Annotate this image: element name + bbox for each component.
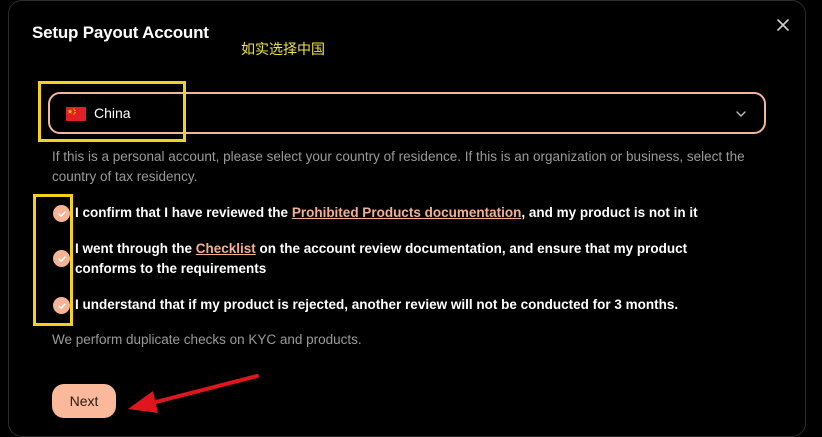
close-button[interactable] — [773, 15, 793, 35]
confirmation-text: I confirm that I have reviewed the Prohi… — [75, 203, 735, 223]
confirmation-text: I went through the Checklist on the acco… — [75, 239, 715, 279]
check-icon — [57, 210, 66, 217]
next-button[interactable]: Next — [52, 384, 116, 418]
confirm-rejection-checkbox[interactable] — [53, 297, 70, 314]
selected-country: China — [94, 105, 131, 121]
check-icon — [57, 302, 66, 309]
confirm-prohibited-checkbox[interactable] — [53, 205, 70, 222]
checklist-link[interactable]: Checklist — [196, 241, 256, 256]
dialog-title: Setup Payout Account — [32, 23, 209, 42]
confirmation-text-part: I confirm that I have reviewed the — [75, 205, 292, 220]
confirmation-text-part: I understand that if my product is rejec… — [75, 297, 679, 312]
confirmation-text-part: I went through the — [75, 241, 196, 256]
confirm-checklist-checkbox[interactable] — [53, 250, 70, 267]
prohibited-products-link[interactable]: Prohibited Products documentation — [292, 205, 522, 220]
confirmation-text: I understand that if my product is rejec… — [75, 295, 735, 315]
close-icon — [777, 19, 789, 31]
country-help-text: If this is a personal account, please se… — [52, 149, 745, 184]
chevron-down-icon — [736, 111, 746, 117]
payout-setup-dialog: Setup Payout Account 如实选择中国 China If thi… — [8, 0, 806, 437]
china-flag-icon — [66, 107, 86, 121]
check-icon — [57, 255, 66, 262]
duplicate-check-note: We perform duplicate checks on KYC and p… — [52, 332, 362, 347]
annotation-note: 如实选择中国 — [241, 42, 325, 58]
country-select[interactable]: China — [48, 92, 766, 134]
confirmation-text-part: , and my product is not in it — [521, 205, 698, 220]
